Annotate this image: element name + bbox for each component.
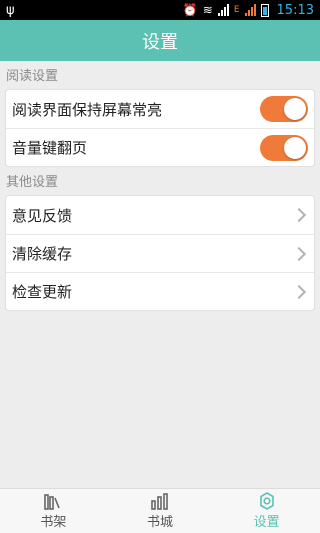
wifi-icon: ≋ <box>202 3 213 17</box>
signal-icon <box>217 4 229 16</box>
title-bar: 设置 <box>0 20 320 61</box>
usb-icon: ψ <box>6 2 15 18</box>
section-title-other: 其他设置 <box>6 175 59 190</box>
volume-key-page-toggle[interactable] <box>260 134 308 161</box>
status-time: 15:13 <box>276 2 314 18</box>
tab-bookshelf[interactable]: 书架 <box>0 489 107 533</box>
signal-icon-2 <box>244 4 256 16</box>
tab-settings-label: 设置 <box>253 515 280 530</box>
status-bar: ψ ⏰ ≋ E 15:13 <box>0 0 320 20</box>
keep-screen-on-toggle[interactable] <box>260 96 308 122</box>
chevron-right-icon <box>291 284 307 299</box>
tab-bookstore-label: 书城 <box>147 515 174 530</box>
keep-screen-on-row[interactable]: 阅读界面保持屏幕常亮 <box>6 90 314 128</box>
chevron-right-icon <box>291 207 307 223</box>
reading-settings-group: 阅读界面保持屏幕常亮 音量键翻页 <box>5 89 315 167</box>
toggle-knob <box>284 98 306 120</box>
tab-settings[interactable]: 设置 <box>213 489 320 533</box>
clear-cache-label: 清除缓存 <box>12 245 73 263</box>
toggle-knob <box>284 136 306 159</box>
section-title-reading: 阅读设置 <box>6 69 59 84</box>
feedback-row[interactable]: 意见反馈 <box>6 196 314 234</box>
settings-gear-icon <box>257 492 277 510</box>
feedback-label: 意见反馈 <box>12 206 73 225</box>
tab-bookshelf-label: 书架 <box>40 515 67 530</box>
other-settings-group: 意见反馈 清除缓存 检查更新 <box>5 195 315 311</box>
chevron-right-icon <box>291 246 307 261</box>
tab-bookstore[interactable]: 书城 <box>107 489 214 533</box>
volume-key-page-label: 音量键翻页 <box>12 139 88 157</box>
data-type-badge: E <box>233 5 240 15</box>
page-title: 设置 <box>142 31 178 53</box>
keep-screen-on-label: 阅读界面保持屏幕常亮 <box>12 100 163 119</box>
volume-key-page-row[interactable]: 音量键翻页 <box>6 128 314 166</box>
check-update-label: 检查更新 <box>12 283 73 301</box>
check-update-row[interactable]: 检查更新 <box>6 272 314 310</box>
bookshelf-icon <box>43 492 63 510</box>
bottom-tab-bar: 书架 书城 设置 <box>0 488 320 533</box>
bookstore-icon <box>150 492 170 510</box>
battery-icon <box>260 3 269 17</box>
alarm-icon: ⏰ <box>182 3 198 17</box>
clear-cache-row[interactable]: 清除缓存 <box>6 234 314 272</box>
